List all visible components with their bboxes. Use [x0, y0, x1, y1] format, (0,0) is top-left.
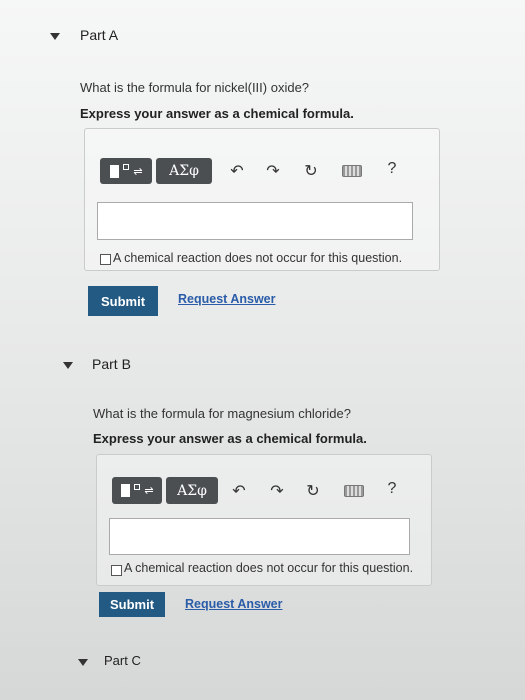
part-a-request-answer-link[interactable]: Request Answer: [178, 292, 275, 306]
part-a-instruction: Express your answer as a chemical formul…: [80, 106, 354, 121]
part-b-caret-down-icon[interactable]: [63, 362, 73, 369]
part-b-answer-input[interactable]: [109, 518, 410, 555]
part-b-keyboard-icon[interactable]: [342, 480, 366, 502]
part-b-title[interactable]: Part B: [92, 356, 131, 372]
part-a-reset-icon[interactable]: ↻: [300, 160, 322, 182]
part-a-no-reaction-label: A chemical reaction does not occur for t…: [113, 251, 403, 265]
part-a-greek-button[interactable]: ΑΣφ: [156, 158, 212, 184]
part-c-title[interactable]: Part C: [104, 653, 141, 668]
part-a-redo-icon[interactable]: ↷: [262, 160, 284, 182]
part-a-answer-panel: [84, 128, 440, 271]
part-a-caret-down-icon[interactable]: [50, 33, 60, 40]
part-a-answer-input[interactable]: [97, 202, 413, 240]
part-b-redo-icon[interactable]: ↷: [266, 480, 288, 502]
part-b-reset-icon[interactable]: ↻: [302, 480, 324, 502]
part-a-no-reaction-checkbox[interactable]: [100, 254, 111, 265]
greek-symbols-label: ΑΣφ: [177, 482, 207, 499]
part-b-greek-button[interactable]: ΑΣφ: [166, 477, 218, 504]
greek-symbols-label: ΑΣφ: [169, 163, 199, 179]
part-c-caret-down-icon[interactable]: [78, 659, 88, 666]
part-a-title[interactable]: Part A: [80, 27, 118, 43]
part-a-question: What is the formula for nickel(III) oxid…: [80, 80, 310, 95]
templates-icon: ⇌: [121, 483, 154, 497]
part-b-question: What is the formula for magnesium chlori…: [93, 406, 351, 421]
part-a-submit-button[interactable]: Submit: [88, 286, 158, 316]
part-b-help-icon[interactable]: ?: [382, 478, 402, 500]
part-b-instruction: Express your answer as a chemical formul…: [93, 431, 367, 446]
part-a-keyboard-icon[interactable]: [340, 160, 364, 182]
part-b-request-answer-link[interactable]: Request Answer: [185, 597, 282, 611]
part-a-undo-icon[interactable]: ↶: [226, 160, 248, 182]
part-b-undo-icon[interactable]: ↶: [228, 480, 250, 502]
templates-icon: ⇌: [110, 164, 143, 178]
part-b-no-reaction-checkbox[interactable]: [111, 565, 122, 576]
part-b-no-reaction-label: A chemical reaction does not occur for t…: [124, 561, 414, 575]
part-b-templates-button[interactable]: ⇌: [112, 477, 162, 504]
part-a-help-icon[interactable]: ?: [382, 158, 402, 180]
part-a-templates-button[interactable]: ⇌: [100, 158, 152, 184]
part-b-submit-button[interactable]: Submit: [99, 592, 165, 617]
